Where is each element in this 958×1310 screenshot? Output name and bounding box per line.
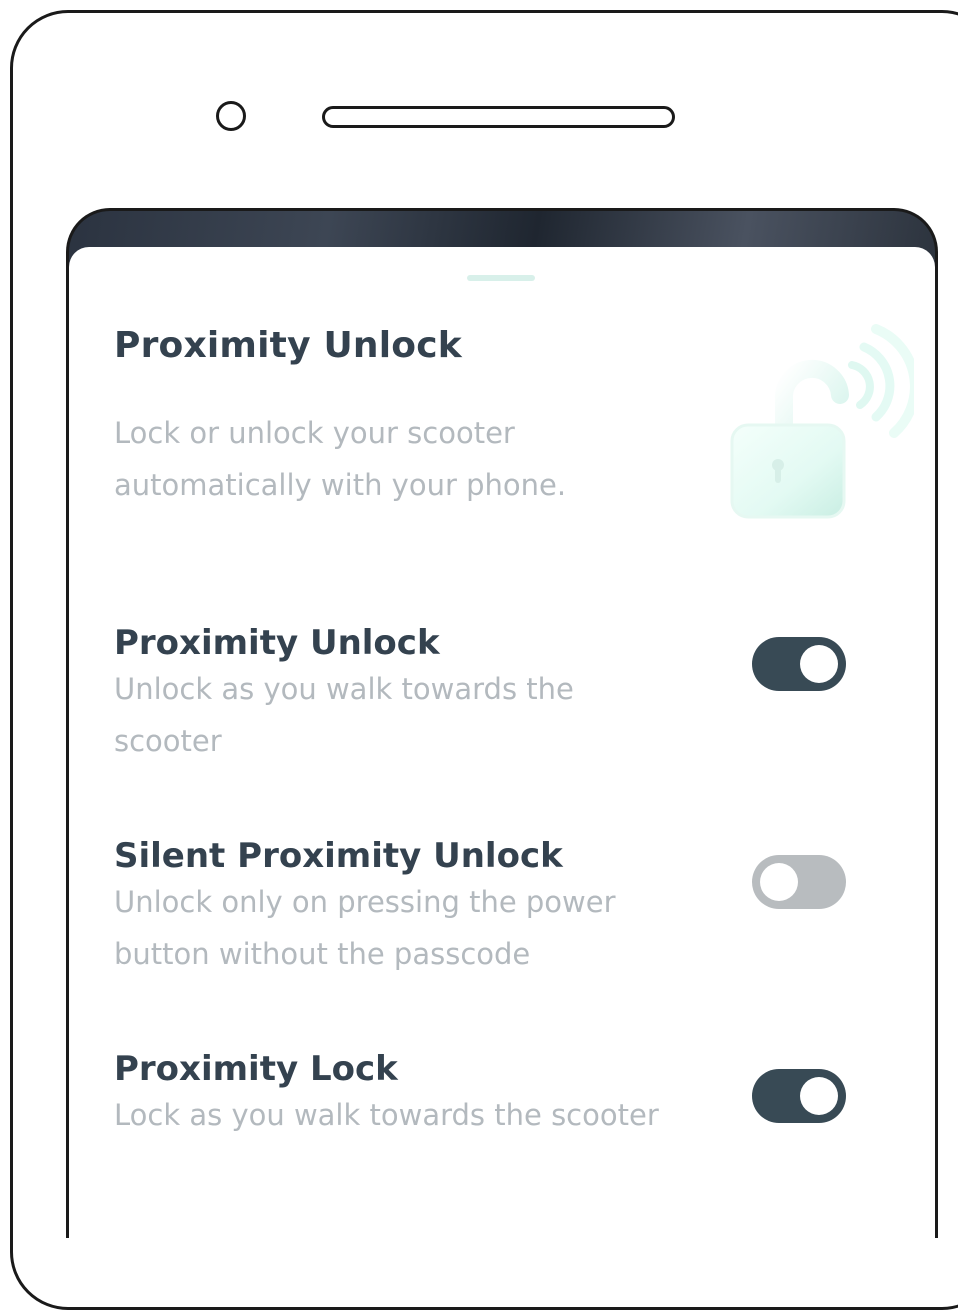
phone-screen: Proximity Unlock Lock or unlock your sco… — [66, 208, 938, 1238]
setting-title: Proximity Lock — [114, 1049, 398, 1089]
proximity-unlock-toggle[interactable] — [752, 637, 846, 691]
phone-frame: Proximity Unlock Lock or unlock your sco… — [10, 10, 958, 1310]
toggle-knob — [800, 645, 838, 683]
page-title: Proximity Unlock — [114, 325, 462, 366]
silent-proximity-unlock-toggle[interactable] — [752, 855, 846, 909]
setting-title: Proximity Unlock — [114, 623, 440, 663]
page-description: Lock or unlock your scooter automaticall… — [114, 416, 567, 502]
setting-description: Lock as you walk towards the scooter — [114, 1098, 659, 1132]
proximity-lock-toggle[interactable] — [752, 1069, 846, 1123]
camera-icon — [216, 101, 246, 131]
setting-description: Unlock only on pressing the power button… — [114, 885, 616, 971]
setting-title: Silent Proximity Unlock — [114, 836, 563, 876]
speaker-slot — [322, 106, 675, 128]
toggle-knob — [800, 1077, 838, 1115]
sheet-drag-handle[interactable] — [467, 275, 535, 281]
toggle-knob — [760, 863, 798, 901]
setting-description: Unlock as you walk towards the scooter — [114, 672, 574, 758]
bottom-sheet: Proximity Unlock Lock or unlock your sco… — [69, 247, 935, 1238]
unlocked-padlock-wireless-icon — [730, 324, 914, 519]
